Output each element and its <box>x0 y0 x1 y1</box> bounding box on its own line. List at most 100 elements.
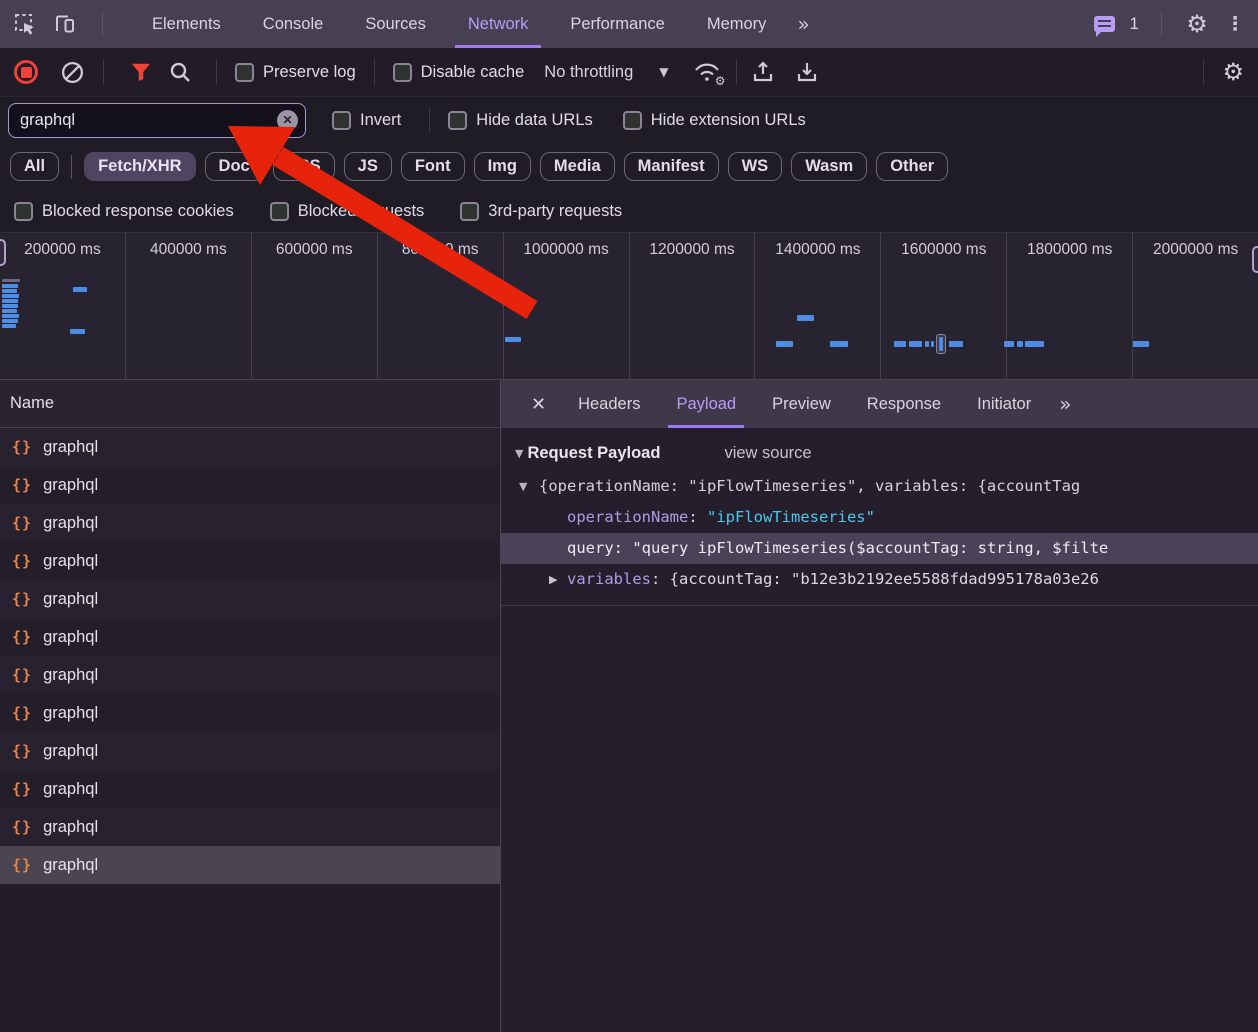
chip-manifest[interactable]: Manifest <box>624 152 719 181</box>
waterfall-bar <box>1017 341 1023 347</box>
requests-list: {}graphql{}graphql{}graphql{}graphql{}gr… <box>0 428 500 884</box>
kebab-menu-icon[interactable]: ⋮ <box>1222 11 1248 37</box>
tab-elements[interactable]: Elements <box>131 0 242 48</box>
tab-sources[interactable]: Sources <box>344 0 447 48</box>
export-har-icon[interactable] <box>795 60 819 84</box>
overview-right-handle[interactable] <box>1252 246 1258 273</box>
payload-line-operationname[interactable]: operationName: "ipFlowTimeseries" <box>501 502 1258 533</box>
waterfall-bar <box>2 294 19 298</box>
blocked-requests-checkbox[interactable]: Blocked requests <box>270 202 425 221</box>
chip-js[interactable]: JS <box>344 152 392 181</box>
chip-all[interactable]: All <box>10 152 59 181</box>
network-settings-gear-icon[interactable]: ⚙ <box>1222 58 1244 86</box>
search-icon[interactable] <box>168 60 192 84</box>
timeline-section: 1200000 ms <box>630 233 756 379</box>
chip-media[interactable]: Media <box>540 152 615 181</box>
checkbox[interactable] <box>460 202 479 221</box>
record-network-log-icon[interactable] <box>14 60 38 84</box>
request-row[interactable]: {}graphql <box>0 694 500 732</box>
chip-doc[interactable]: Doc <box>205 152 264 181</box>
request-row[interactable]: {}graphql <box>0 580 500 618</box>
divider <box>102 11 103 37</box>
request-row[interactable]: {}graphql <box>0 808 500 846</box>
timeline-tick-label: 400000 ms <box>150 241 227 379</box>
close-detail-icon[interactable]: ✕ <box>517 394 560 415</box>
tab-network[interactable]: Network <box>447 0 550 48</box>
inspect-element-icon[interactable] <box>12 11 38 37</box>
request-row[interactable]: {}graphql <box>0 846 500 884</box>
chip-fetch-xhr[interactable]: Fetch/XHR <box>84 152 195 181</box>
chip-other[interactable]: Other <box>876 152 948 181</box>
hide-extension-urls-checkbox[interactable]: Hide extension URLs <box>623 111 806 130</box>
waterfall-bar <box>73 287 87 292</box>
request-row[interactable]: {}graphql <box>0 428 500 466</box>
settings-gear-icon[interactable]: ⚙ <box>1184 11 1210 37</box>
tab-performance[interactable]: Performance <box>549 0 685 48</box>
payload-value: {accountTag: "b12e3b2192ee5588fdad995178… <box>670 570 1099 588</box>
request-row[interactable]: {}graphql <box>0 466 500 504</box>
checkbox[interactable] <box>448 111 467 130</box>
request-row[interactable]: {}graphql <box>0 618 500 656</box>
3rd-party-requests-checkbox[interactable]: 3rd-party requests <box>460 202 622 221</box>
issues-icon[interactable] <box>1092 11 1118 37</box>
request-row[interactable]: {}graphql <box>0 656 500 694</box>
chip-wasm[interactable]: Wasm <box>791 152 867 181</box>
overview-left-handle[interactable] <box>0 239 6 266</box>
issues-count[interactable]: 1 <box>1130 14 1139 34</box>
checkbox[interactable] <box>270 202 289 221</box>
chip-font[interactable]: Font <box>401 152 465 181</box>
payload-line-query[interactable]: query: "query ipFlowTimeseries($accountT… <box>501 533 1258 564</box>
timeline-tick-label: 600000 ms <box>276 241 353 379</box>
checkbox[interactable] <box>14 202 33 221</box>
chip-img[interactable]: Img <box>474 152 531 181</box>
tab-memory[interactable]: Memory <box>686 0 788 48</box>
collapse-arrow-icon[interactable]: ▼ <box>519 471 527 502</box>
payload-root-line[interactable]: ▼ {operationName: "ipFlowTimeseries", va… <box>501 471 1258 502</box>
checkbox[interactable] <box>332 111 351 130</box>
blocked-response-cookies-checkbox[interactable]: Blocked response cookies <box>14 202 234 221</box>
filter-funnel-icon[interactable] <box>130 61 152 83</box>
checkbox[interactable] <box>235 63 254 82</box>
detail-tab-headers[interactable]: Headers <box>560 380 658 428</box>
network-overview-timeline[interactable]: 200000 ms400000 ms600000 ms800000 ms1000… <box>0 232 1258 380</box>
request-payload-section: ▼ Request Payload view source <box>515 444 1258 463</box>
expand-arrow-icon[interactable]: ▶ <box>549 564 557 595</box>
timeline-section: 600000 ms <box>252 233 378 379</box>
request-row[interactable]: {}graphql <box>0 542 500 580</box>
tab-console[interactable]: Console <box>242 0 345 48</box>
collapse-arrow-icon[interactable]: ▼ <box>515 447 523 460</box>
request-row[interactable]: {}graphql <box>0 732 500 770</box>
disable-cache-checkbox[interactable]: Disable cache <box>393 63 525 82</box>
clear-filter-icon[interactable]: ✕ <box>277 110 298 131</box>
throttling-select[interactable]: No throttling ▼ <box>544 63 668 82</box>
more-detail-tabs-icon[interactable]: » <box>1049 392 1081 416</box>
detail-tab-preview[interactable]: Preview <box>754 380 849 428</box>
import-har-icon[interactable] <box>751 60 775 84</box>
detail-tab-response[interactable]: Response <box>849 380 959 428</box>
network-main: Name {}graphql{}graphql{}graphql{}graphq… <box>0 380 1258 1032</box>
payload-key: operationName <box>567 508 688 526</box>
waterfall-bar <box>2 314 19 318</box>
filter-input[interactable] <box>8 103 306 138</box>
chevron-down-icon: ▼ <box>659 65 668 79</box>
chip-css[interactable]: CSS <box>273 152 335 181</box>
preserve-log-checkbox[interactable]: Preserve log <box>235 63 356 82</box>
more-panels-icon[interactable]: » <box>787 12 819 36</box>
request-row[interactable]: {}graphql <box>0 504 500 542</box>
network-conditions-icon[interactable]: ⚙ <box>692 60 722 84</box>
hide-data-urls-checkbox[interactable]: Hide data URLs <box>448 111 592 130</box>
checkbox[interactable] <box>623 111 642 130</box>
view-source-link[interactable]: view source <box>724 444 811 463</box>
payload-line-variables[interactable]: ▶variables: {accountTag: "b12e3b2192ee55… <box>501 564 1258 595</box>
json-braces-icon: {} <box>12 742 32 760</box>
chip-ws[interactable]: WS <box>728 152 783 181</box>
request-row[interactable]: {}graphql <box>0 770 500 808</box>
detail-tab-payload[interactable]: Payload <box>658 380 754 428</box>
request-name: graphql <box>43 438 98 457</box>
clear-network-log-icon[interactable] <box>60 60 85 85</box>
checkbox[interactable] <box>393 63 412 82</box>
detail-tab-initiator[interactable]: Initiator <box>959 380 1049 428</box>
device-toolbar-icon[interactable] <box>52 11 78 37</box>
name-column-header[interactable]: Name <box>0 380 500 428</box>
invert-checkbox[interactable]: Invert <box>332 111 401 130</box>
